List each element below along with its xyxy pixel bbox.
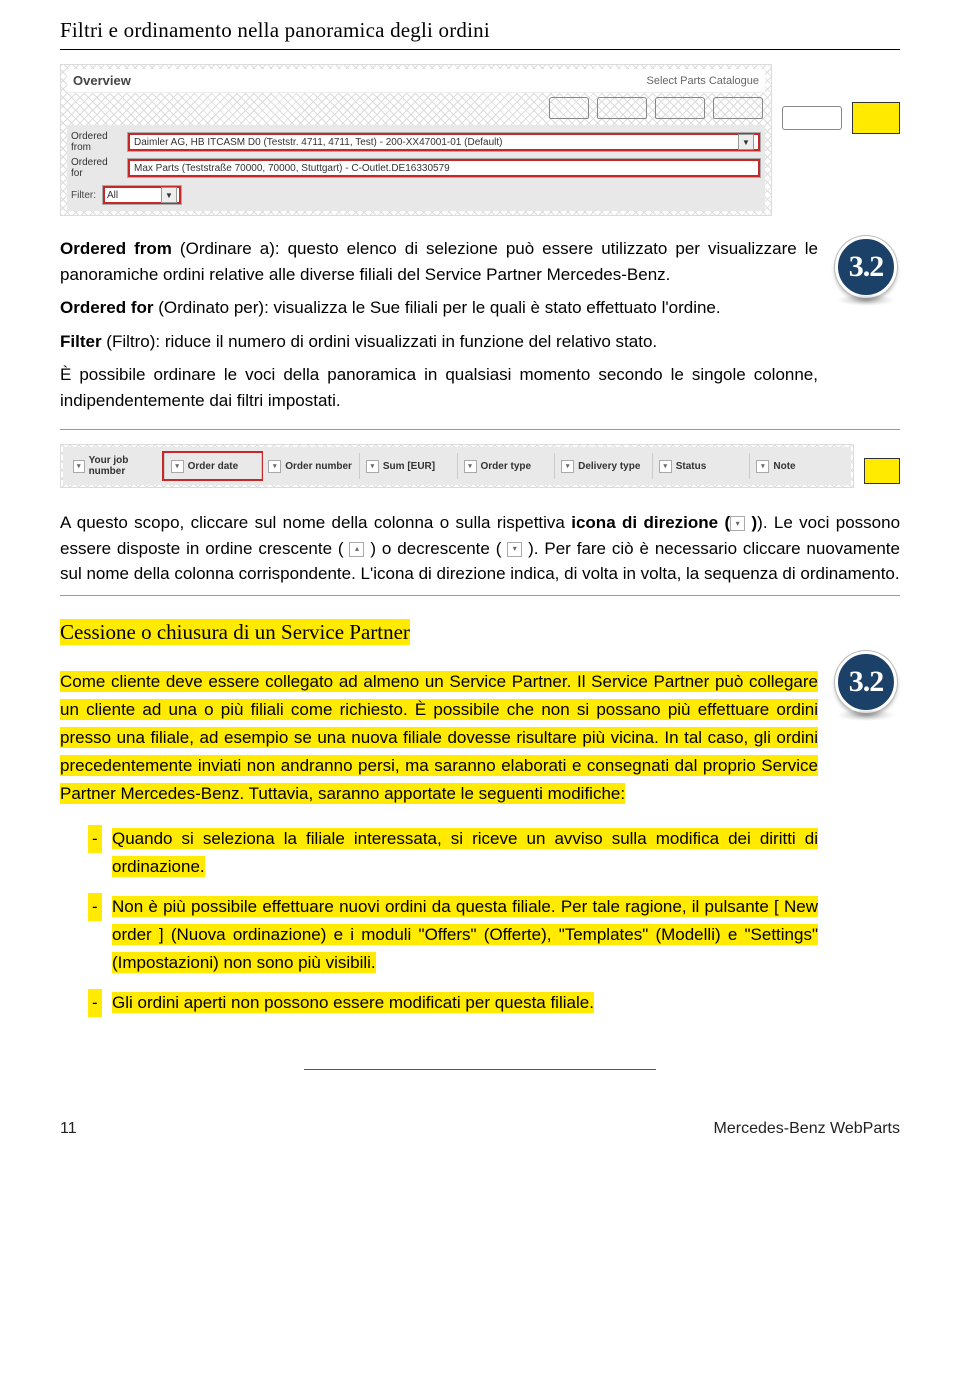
- sort-icon: ▾: [659, 460, 672, 473]
- sort-up-icon: ▴: [349, 542, 364, 557]
- badge-circle-icon: 3.2: [835, 651, 897, 713]
- version-badge: 3.2: [832, 651, 900, 721]
- sort-icon: ▾: [561, 460, 574, 473]
- sort-icon: ▾: [756, 460, 769, 473]
- truck2-icon: [713, 97, 763, 119]
- sort-icon: ▾: [73, 460, 85, 473]
- section-title: Filtri e ordinamento nella panoramica de…: [60, 18, 900, 43]
- ordered-for-dropdown[interactable]: Max Parts (Teststraße 70000, 70000, Stut…: [127, 158, 761, 178]
- sort-icon: ▾: [366, 460, 379, 473]
- footer-title: Mercedes-Benz WebParts: [714, 1120, 900, 1138]
- col-order-type[interactable]: ▾Order type: [457, 453, 555, 479]
- truck-icon: [655, 97, 705, 119]
- overview-heading: Overview: [73, 73, 131, 88]
- ordered-from-dropdown[interactable]: Daimler AG, HB ITCASM D0 (Teststr. 4711,…: [127, 132, 761, 152]
- select-catalogue-label: Select Parts Catalogue: [646, 75, 759, 87]
- divider: [60, 429, 900, 430]
- vehicle-icons: [67, 93, 765, 125]
- paragraph-ordered-from: Ordered from (Ordinare a): questo elenco…: [60, 236, 818, 287]
- highlight-marker: [852, 102, 900, 134]
- van-icon: [597, 97, 647, 119]
- sort-icon: ▾: [268, 460, 281, 473]
- sort-icon: ▾: [171, 460, 184, 473]
- ordered-for-label: Ordered for: [71, 157, 121, 179]
- sort-down-icon: ▾: [507, 542, 522, 557]
- badge-circle-icon: 3.2: [835, 236, 897, 298]
- bus-icon: [782, 102, 842, 134]
- sort-icon: ▾: [464, 460, 477, 473]
- list-item: Non è più possibile effettuare nuovi ord…: [88, 893, 818, 977]
- ordered-for-value: Max Parts (Teststraße 70000, 70000, Stut…: [134, 163, 450, 174]
- footer-divider: [304, 1069, 657, 1070]
- ordered-from-label: Ordered from: [71, 131, 121, 153]
- page-footer: 11 Mercedes-Benz WebParts: [60, 1110, 900, 1138]
- col-note[interactable]: ▾Note: [749, 453, 847, 479]
- divider: [60, 595, 900, 596]
- sort-down-icon: ▾: [730, 516, 745, 531]
- section2-title: Cessione o chiusura di un Service Partne…: [60, 619, 410, 645]
- list-item: Quando si seleziona la filiale interessa…: [88, 825, 818, 881]
- page-number: 11: [60, 1120, 77, 1138]
- col-sum[interactable]: ▾Sum [EUR]: [359, 453, 457, 479]
- paragraph-filter: Filter (Filtro): riduce il numero di ord…: [60, 329, 818, 355]
- columns-screenshot: ▾Your job number ▾Order date ▾Order numb…: [60, 444, 900, 488]
- divider: [60, 49, 900, 50]
- version-badge: 3.2: [832, 236, 900, 306]
- modifications-list: Quando si seleziona la filiale interessa…: [60, 825, 818, 1017]
- chevron-down-icon: ▼: [738, 134, 754, 150]
- col-order-number[interactable]: ▾Order number: [261, 453, 359, 479]
- col-delivery-type[interactable]: ▾Delivery type: [554, 453, 652, 479]
- col-your-job-number[interactable]: ▾Your job number: [67, 453, 164, 479]
- list-item: Gli ordini aperti non possono essere mod…: [88, 989, 818, 1017]
- paragraph-sort-info: È possibile ordinare le voci della panor…: [60, 362, 818, 413]
- chevron-down-icon: ▼: [161, 187, 177, 203]
- col-order-date[interactable]: ▾Order date: [164, 453, 262, 479]
- col-status[interactable]: ▾Status: [652, 453, 750, 479]
- car-icon: [549, 97, 589, 119]
- filter-value: All: [107, 190, 118, 201]
- filter-label: Filter:: [71, 190, 96, 201]
- paragraph-ordered-for: Ordered for (Ordinato per): visualizza l…: [60, 295, 818, 321]
- highlight-marker: [864, 458, 900, 484]
- overview-screenshot: Overview Select Parts Catalogue Ordered …: [60, 64, 900, 216]
- paragraph-cessione: Come cliente deve essere collegato ad al…: [60, 668, 818, 808]
- ordered-from-value: Daimler AG, HB ITCASM D0 (Teststr. 4711,…: [134, 137, 503, 148]
- paragraph-direction-icon: A questo scopo, cliccare sul nome della …: [60, 510, 900, 587]
- filter-dropdown[interactable]: All ▼: [102, 185, 182, 205]
